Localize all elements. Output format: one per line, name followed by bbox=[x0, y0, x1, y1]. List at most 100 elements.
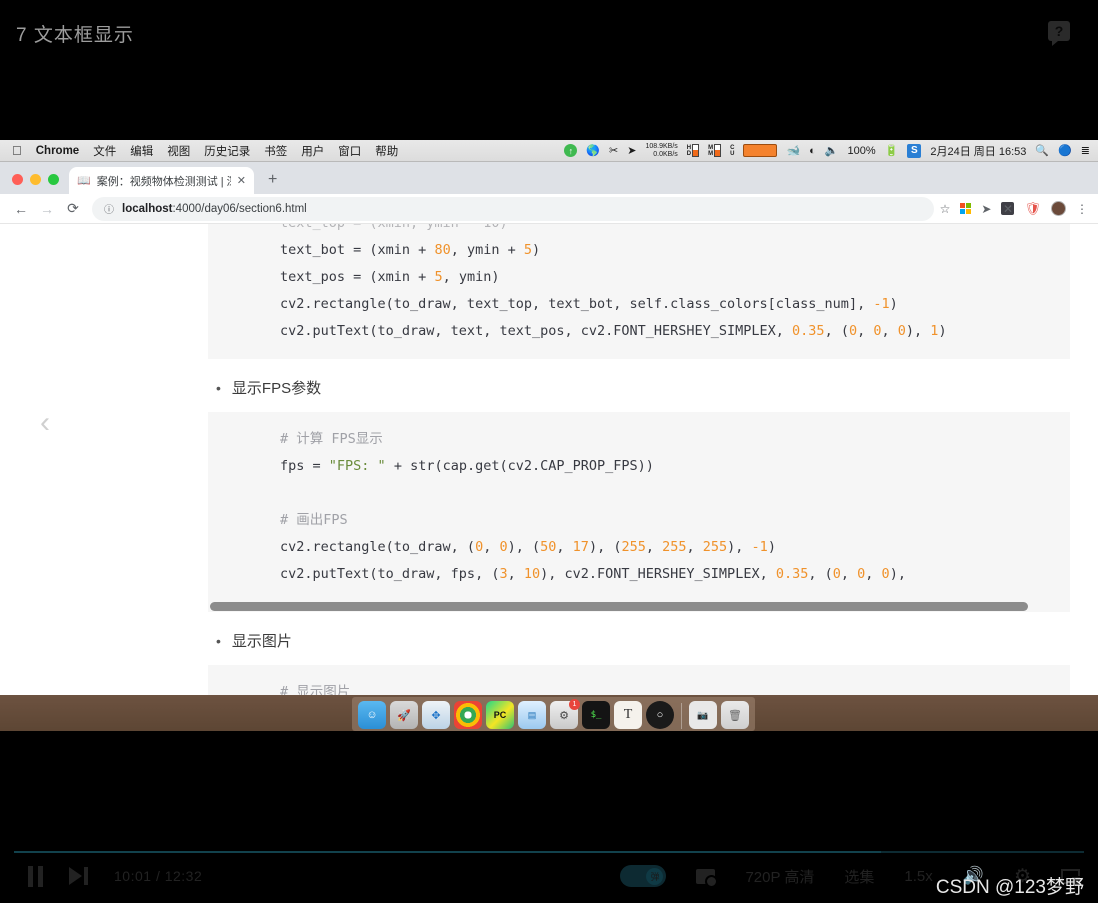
close-tab-icon[interactable]: ✕ bbox=[237, 174, 246, 187]
maximize-window-button[interactable] bbox=[48, 174, 59, 185]
new-tab-button[interactable]: + bbox=[254, 171, 289, 194]
telegram-icon[interactable]: ➤ bbox=[627, 144, 636, 157]
wifi-icon[interactable]: ◐ bbox=[809, 145, 816, 157]
network-speed-indicator[interactable]: 108.9KB/s 0.0KB/s bbox=[645, 143, 677, 159]
dock-chrome-icon[interactable] bbox=[454, 701, 482, 729]
input-method-icon[interactable]: S bbox=[907, 143, 922, 158]
macos-menubar:  Chrome 文件 编辑 视图 历史记录 书签 用户 窗口 帮助 ↑ 🌎 ✂… bbox=[0, 140, 1098, 162]
bookmark-star-icon[interactable]: ☆ bbox=[940, 202, 951, 216]
subtitle-settings-icon[interactable] bbox=[696, 868, 719, 888]
total-time: 12:32 bbox=[164, 868, 203, 884]
url-host: localhost bbox=[122, 202, 173, 215]
dock-obs-icon[interactable]: ○ bbox=[646, 701, 674, 729]
pause-icon[interactable] bbox=[28, 865, 43, 887]
url-path: :4000/day06/section6.html bbox=[172, 202, 307, 215]
browser-tab[interactable]: 📖 案例：视频物体检测测试 | 深度 ✕ bbox=[69, 167, 254, 194]
uploader-status-icon[interactable]: ↑ bbox=[564, 144, 578, 157]
menubar-item-edit[interactable]: 编辑 bbox=[130, 143, 153, 159]
scrollbar-thumb[interactable] bbox=[210, 602, 1028, 611]
office-extension-icon[interactable] bbox=[960, 203, 972, 214]
time-separator: / bbox=[155, 868, 161, 884]
scissors-icon[interactable]: ✂ bbox=[609, 144, 618, 157]
dock-separator bbox=[681, 703, 682, 729]
docker-whale-icon[interactable]: 🐋 bbox=[786, 144, 800, 157]
previous-page-chevron-icon[interactable]: ‹ bbox=[40, 406, 50, 440]
heading-fps-label: 显示FPS参数 bbox=[231, 380, 322, 397]
dock-pycharm-icon[interactable]: PC bbox=[486, 701, 514, 729]
dock-trash-icon[interactable]: 🗑 bbox=[721, 701, 749, 729]
apple-logo-icon[interactable]:  bbox=[12, 144, 22, 157]
menubar-item-help[interactable]: 帮助 bbox=[375, 143, 398, 159]
episodes-button[interactable]: 选集 bbox=[844, 866, 874, 887]
menubar-item-view[interactable]: 视图 bbox=[167, 143, 190, 159]
close-window-button[interactable] bbox=[12, 174, 23, 185]
address-bar[interactable]: ⓘ localhost:4000/day06/section6.html bbox=[92, 196, 934, 221]
dock-keynote-icon[interactable]: ▤ bbox=[518, 701, 546, 729]
volume-menubar-icon[interactable]: 🔈 bbox=[825, 144, 839, 157]
heading-show-image: 显示图片 bbox=[208, 630, 1098, 651]
control-center-icon[interactable]: ≣ bbox=[1081, 144, 1090, 157]
menubar-item-history[interactable]: 历史记录 bbox=[204, 143, 250, 159]
menubar-datetime[interactable]: 2月24日 周日 16:53 bbox=[930, 143, 1026, 159]
siri-icon[interactable]: 🔵 bbox=[1058, 144, 1072, 157]
danmaku-toggle-label: 弹 bbox=[646, 867, 664, 885]
web-page-content: ‹ text_top = (xmin, ymin - 10) text_bot … bbox=[0, 224, 1098, 721]
cpu-usage-meter[interactable]: CU bbox=[730, 145, 734, 157]
browser-tab-title: 案例：视频物体检测测试 | 深度 bbox=[96, 175, 231, 188]
chrome-toolbar: ← → ⟳ ⓘ localhost:4000/day06/section6.ht… bbox=[0, 194, 1098, 224]
battery-percent[interactable]: 100% bbox=[848, 145, 876, 157]
menubar-item-window[interactable]: 窗口 bbox=[338, 143, 361, 159]
battery-icon[interactable]: 🔋 bbox=[885, 144, 899, 157]
code-block-text-box[interactable]: text_top = (xmin, ymin - 10) text_bot = … bbox=[208, 224, 1070, 359]
current-time: 10:01 bbox=[114, 868, 152, 884]
heading-fps: 显示FPS参数 bbox=[208, 377, 1098, 398]
back-button[interactable]: ← bbox=[8, 201, 34, 217]
x-extension-icon[interactable]: ✕ bbox=[1001, 202, 1015, 216]
next-track-icon[interactable] bbox=[69, 867, 88, 885]
playback-speed-button[interactable]: 1.5x bbox=[904, 868, 932, 885]
chrome-menu-icon[interactable]: ⋮ bbox=[1076, 203, 1088, 215]
book-icon: 📖 bbox=[77, 175, 91, 187]
danmaku-toggle[interactable]: 弹 bbox=[620, 865, 667, 887]
quality-selector[interactable]: 720P 高清 bbox=[745, 866, 814, 887]
help-question-icon[interactable]: ? bbox=[1048, 21, 1070, 46]
menubar-item-file[interactable]: 文件 bbox=[93, 143, 116, 159]
disk-usage-meter[interactable]: HD bbox=[687, 144, 700, 157]
reload-button[interactable]: ⟳ bbox=[60, 200, 86, 217]
dock-screenshot-app-icon[interactable]: 📷 bbox=[689, 701, 717, 729]
adblock-shield-icon[interactable]: 🛡 bbox=[1024, 201, 1041, 217]
csdn-watermark: CSDN @123梦野 bbox=[935, 877, 1084, 898]
dock-textedit-icon[interactable]: T bbox=[614, 701, 642, 729]
info-circle-icon[interactable]: ⓘ bbox=[104, 201, 114, 216]
window-traffic-lights[interactable] bbox=[8, 174, 69, 194]
profile-avatar[interactable] bbox=[1051, 201, 1066, 216]
screen-recorder-indicator[interactable] bbox=[743, 144, 778, 157]
dock-safari-icon[interactable]: ✥ bbox=[422, 701, 450, 729]
minimize-window-button[interactable] bbox=[30, 174, 41, 185]
macos-dock-background: ☺ 🚀 ✥ PC ▤ ⚙ 1 $_ T ○ 📷 🗑 bbox=[0, 695, 1098, 731]
dock-finder-icon[interactable]: ☺ bbox=[358, 701, 386, 729]
code-horizontal-scrollbar[interactable] bbox=[208, 600, 1070, 612]
video-overlay-title: 7 文本框显示 bbox=[16, 25, 134, 46]
spotlight-search-icon[interactable]: 🔍 bbox=[1035, 144, 1049, 157]
macos-dock: ☺ 🚀 ✥ PC ▤ ⚙ 1 $_ T ○ 📷 🗑 bbox=[352, 697, 755, 731]
dock-launchpad-icon[interactable]: 🚀 bbox=[390, 701, 418, 729]
dock-terminal-icon[interactable]: $_ bbox=[582, 701, 610, 729]
macos-desktop-capture:  Chrome 文件 编辑 视图 历史记录 书签 用户 窗口 帮助 ↑ 🌎 ✂… bbox=[0, 140, 1098, 731]
video-time-display: 10:01 / 12:32 bbox=[114, 868, 202, 884]
dock-settings-app-icon[interactable]: ⚙ 1 bbox=[550, 699, 580, 729]
video-progress-fill bbox=[14, 851, 881, 853]
cursor-extension-icon[interactable]: ➤ bbox=[981, 202, 991, 216]
video-player-screen: 7 文本框显示 ?  Chrome 文件 编辑 视图 历史记录 书签 用户 窗… bbox=[0, 0, 1098, 903]
menubar-app-name[interactable]: Chrome bbox=[36, 145, 79, 157]
memory-usage-meter[interactable]: MM bbox=[708, 144, 722, 157]
code-block-fps[interactable]: # 计算 FPS显示 fps = "FPS: " + str(cap.get(c… bbox=[208, 412, 1070, 612]
menubar-item-bookmarks[interactable]: 书签 bbox=[264, 143, 287, 159]
video-progress-bar[interactable] bbox=[14, 851, 1084, 853]
chrome-tab-strip: 📖 案例：视频物体检测测试 | 深度 ✕ + bbox=[0, 162, 1098, 194]
heading-show-image-label: 显示图片 bbox=[231, 633, 292, 650]
dock-badge-count: 1 bbox=[569, 699, 580, 710]
menubar-item-profiles[interactable]: 用户 bbox=[301, 143, 324, 159]
globe-icon[interactable]: 🌎 bbox=[586, 144, 600, 157]
forward-button[interactable]: → bbox=[34, 201, 60, 217]
